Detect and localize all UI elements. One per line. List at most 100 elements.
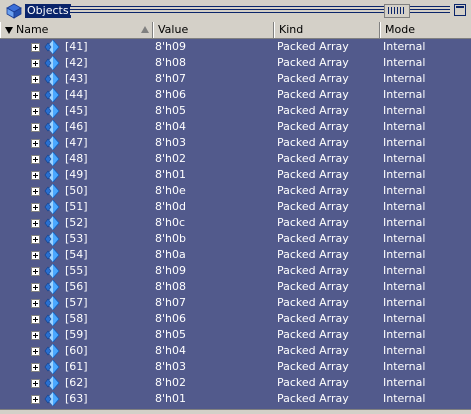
object-mode: Internal — [383, 328, 426, 341]
object-name: [49] — [65, 168, 88, 181]
expand-plus-icon[interactable] — [31, 107, 40, 116]
expand-plus-icon[interactable] — [31, 395, 40, 404]
table-row[interactable]: [46] 8'h04 Packed Array Internal — [0, 119, 471, 135]
object-value: 8'h08 — [155, 56, 186, 69]
maximize-icon[interactable] — [454, 4, 466, 16]
array-object-icon — [44, 312, 60, 326]
object-name: [52] — [65, 216, 88, 229]
array-object-icon — [44, 120, 60, 134]
object-name: [48] — [65, 152, 88, 165]
object-kind: Packed Array — [277, 200, 349, 213]
object-kind: Packed Array — [277, 344, 349, 357]
expand-plus-icon[interactable] — [31, 123, 40, 132]
array-object-icon — [44, 88, 60, 102]
column-kind-header[interactable]: Kind — [274, 22, 380, 38]
table-row[interactable]: [58] 8'h06 Packed Array Internal — [0, 311, 471, 327]
column-mode-header[interactable]: Mode — [380, 22, 471, 38]
expand-plus-icon[interactable] — [31, 43, 40, 52]
expand-plus-icon[interactable] — [31, 379, 40, 388]
array-object-icon — [44, 40, 60, 54]
column-name-label: Name — [16, 23, 49, 36]
object-name: [42] — [65, 56, 88, 69]
object-name: [62] — [65, 376, 88, 389]
object-mode: Internal — [383, 344, 426, 357]
object-kind: Packed Array — [277, 232, 349, 245]
table-row[interactable]: [52] 8'h0c Packed Array Internal — [0, 215, 471, 231]
object-mode: Internal — [383, 248, 426, 261]
table-row[interactable]: [42] 8'h08 Packed Array Internal — [0, 55, 471, 71]
array-object-icon — [44, 72, 60, 86]
expand-plus-icon[interactable] — [31, 251, 40, 260]
table-row[interactable]: [43] 8'h07 Packed Array Internal — [0, 71, 471, 87]
object-name: [59] — [65, 328, 88, 341]
object-value: 8'h08 — [155, 280, 186, 293]
table-row[interactable]: [53] 8'h0b Packed Array Internal — [0, 231, 471, 247]
array-object-icon — [44, 104, 60, 118]
object-kind: Packed Array — [277, 280, 349, 293]
object-name: [61] — [65, 360, 88, 373]
expand-plus-icon[interactable] — [31, 315, 40, 324]
table-row[interactable]: [45] 8'h05 Packed Array Internal — [0, 103, 471, 119]
table-row[interactable]: [48] 8'h02 Packed Array Internal — [0, 151, 471, 167]
undock-handle[interactable] — [384, 4, 410, 18]
expand-plus-icon[interactable] — [31, 59, 40, 68]
object-mode: Internal — [383, 40, 426, 53]
expand-plus-icon[interactable] — [31, 219, 40, 228]
object-kind: Packed Array — [277, 376, 349, 389]
expand-plus-icon[interactable] — [31, 91, 40, 100]
object-mode: Internal — [383, 56, 426, 69]
object-mode: Internal — [383, 232, 426, 245]
array-object-icon — [44, 184, 60, 198]
expand-plus-icon[interactable] — [31, 235, 40, 244]
object-mode: Internal — [383, 200, 426, 213]
table-row[interactable]: [54] 8'h0a Packed Array Internal — [0, 247, 471, 263]
object-value: 8'h0c — [155, 216, 186, 229]
expand-plus-icon[interactable] — [31, 203, 40, 212]
expand-plus-icon[interactable] — [31, 363, 40, 372]
expand-plus-icon[interactable] — [31, 267, 40, 276]
table-row[interactable]: [50] 8'h0e Packed Array Internal — [0, 183, 471, 199]
table-row[interactable]: [41] 8'h09 Packed Array Internal — [0, 39, 471, 55]
object-name: [57] — [65, 296, 88, 309]
table-row[interactable]: [60] 8'h04 Packed Array Internal — [0, 343, 471, 359]
object-value: 8'h0d — [155, 200, 186, 213]
object-kind: Packed Array — [277, 312, 349, 325]
expand-plus-icon[interactable] — [31, 75, 40, 84]
array-object-icon — [44, 152, 60, 166]
expand-plus-icon[interactable] — [31, 283, 40, 292]
array-object-icon — [44, 344, 60, 358]
table-row[interactable]: [51] 8'h0d Packed Array Internal — [0, 199, 471, 215]
table-row[interactable]: [57] 8'h07 Packed Array Internal — [0, 295, 471, 311]
expand-plus-icon[interactable] — [31, 139, 40, 148]
expand-plus-icon[interactable] — [31, 187, 40, 196]
expand-plus-icon[interactable] — [31, 331, 40, 340]
array-object-icon — [44, 200, 60, 214]
object-name: [45] — [65, 104, 88, 117]
expand-plus-icon[interactable] — [31, 347, 40, 356]
column-kind-label: Kind — [279, 23, 304, 36]
table-row[interactable]: [59] 8'h05 Packed Array Internal — [0, 327, 471, 343]
table-row[interactable]: [56] 8'h08 Packed Array Internal — [0, 279, 471, 295]
table-row[interactable]: [47] 8'h03 Packed Array Internal — [0, 135, 471, 151]
filter-icon[interactable] — [5, 27, 13, 34]
object-value: 8'h03 — [155, 136, 186, 149]
table-row[interactable]: [61] 8'h03 Packed Array Internal — [0, 359, 471, 375]
table-row[interactable]: [63] 8'h01 Packed Array Internal — [0, 391, 471, 407]
objects-list[interactable]: [41] 8'h09 Packed Array Internal [42] 8'h08 Pa… — [0, 39, 471, 409]
table-row[interactable]: [44] 8'h06 Packed Array Internal — [0, 87, 471, 103]
expand-plus-icon[interactable] — [31, 299, 40, 308]
table-row[interactable]: [55] 8'h09 Packed Array Internal — [0, 263, 471, 279]
expand-plus-icon[interactable] — [31, 155, 40, 164]
title-bar[interactable]: Objects — [0, 0, 471, 22]
column-value-header[interactable]: Value — [153, 22, 274, 38]
table-row[interactable]: [49] 8'h01 Packed Array Internal — [0, 167, 471, 183]
object-mode: Internal — [383, 312, 426, 325]
object-value: 8'h05 — [155, 328, 186, 341]
column-name-header[interactable]: Name — [0, 22, 153, 38]
object-value: 8'h07 — [155, 296, 186, 309]
array-object-icon — [44, 392, 60, 406]
object-kind: Packed Array — [277, 184, 349, 197]
expand-plus-icon[interactable] — [31, 171, 40, 180]
table-row[interactable]: [62] 8'h02 Packed Array Internal — [0, 375, 471, 391]
window-title: Objects — [25, 4, 71, 18]
